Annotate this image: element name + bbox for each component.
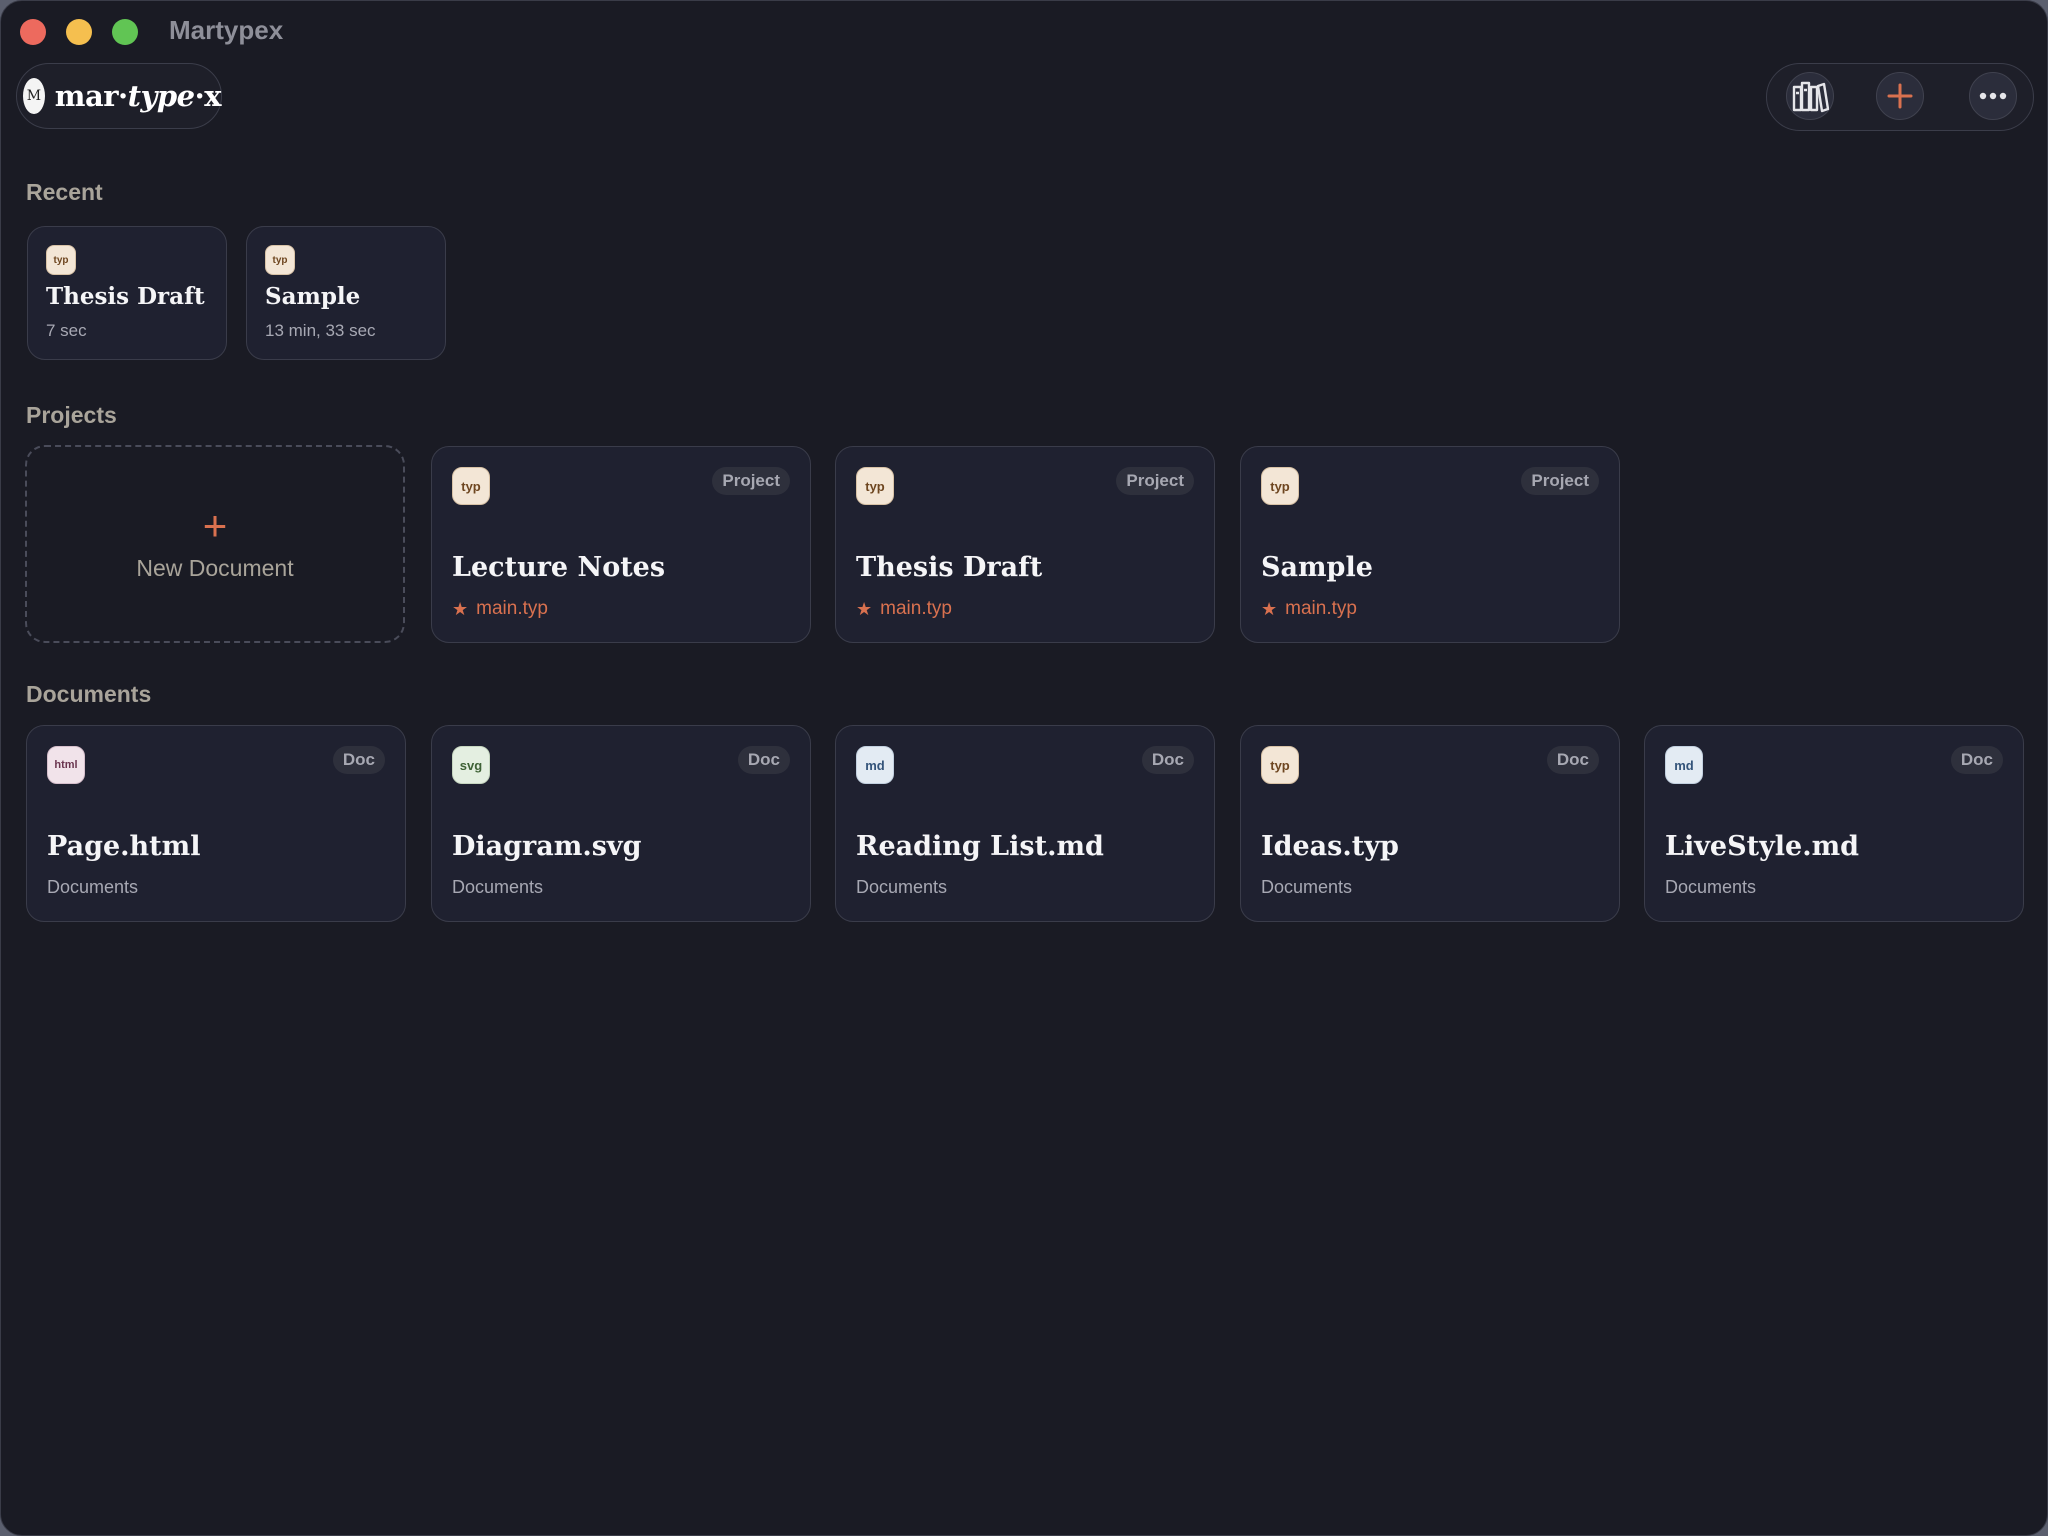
app-window: Martypex M mar·type·x Recent typ Thesis … [0, 0, 2048, 1536]
project-card[interactable]: typ Project Thesis Draft ★ main.typ [835, 446, 1215, 643]
new-document-button[interactable]: + New Document [25, 445, 405, 643]
toolbar [1766, 63, 2034, 131]
star-icon: ★ [452, 598, 469, 619]
document-folder: Documents [452, 877, 544, 897]
project-card[interactable]: typ Project Sample ★ main.typ [1240, 446, 1620, 643]
typ-file-icon: typ [1261, 467, 1299, 505]
plus-icon [1887, 83, 1913, 109]
typ-file-icon: typ [452, 467, 490, 505]
doc-badge: Doc [737, 746, 790, 774]
recent-item[interactable]: typ Thesis Draft 7 sec [27, 226, 227, 360]
document-card[interactable]: html Doc Page.html Documents [26, 725, 406, 922]
star-icon: ★ [1261, 598, 1278, 619]
recent-item-name: Thesis Draft [46, 283, 205, 310]
document-card[interactable]: typ Doc Ideas.typ Documents [1240, 725, 1620, 922]
recent-item-time: 7 sec [46, 321, 87, 340]
project-name: Sample [1261, 552, 1373, 583]
library-icon [1792, 81, 1829, 113]
documents-section-title: Documents [26, 681, 152, 707]
app-logo[interactable]: M mar·type·x [16, 63, 222, 129]
doc-badge: Doc [332, 746, 385, 774]
project-main-file: ★ main.typ [1261, 598, 1357, 619]
window-title: Martypex [169, 15, 284, 45]
md-file-icon: md [856, 746, 894, 784]
recent-item[interactable]: typ Sample 13 min, 33 sec [246, 226, 446, 360]
document-card[interactable]: svg Doc Diagram.svg Documents [431, 725, 811, 922]
typ-file-icon: typ [46, 245, 76, 275]
document-name: Diagram.svg [452, 831, 642, 862]
project-main-file: ★ main.typ [856, 598, 952, 619]
document-name: Reading List.md [856, 831, 1104, 862]
logo-mark-icon: M [23, 78, 45, 114]
recent-section-title: Recent [26, 179, 103, 205]
new-document-label: New Document [136, 555, 294, 581]
project-badge: Project [1521, 467, 1599, 495]
document-name: Ideas.typ [1261, 831, 1399, 862]
ellipsis-icon [1979, 92, 2007, 100]
close-window-button[interactable] [20, 19, 46, 45]
project-name: Thesis Draft [856, 552, 1043, 583]
more-options-button[interactable] [1969, 72, 2017, 120]
star-icon: ★ [856, 598, 873, 619]
document-folder: Documents [856, 877, 948, 897]
document-name: Page.html [47, 831, 201, 862]
project-name: Lecture Notes [452, 552, 666, 583]
typ-file-icon: typ [265, 245, 295, 275]
doc-badge: Doc [1546, 746, 1599, 774]
zoom-window-button[interactable] [112, 19, 138, 45]
minimize-window-button[interactable] [66, 19, 92, 45]
library-button[interactable] [1786, 72, 1834, 120]
project-badge: Project [712, 467, 790, 495]
html-file-icon: html [47, 746, 85, 784]
doc-badge: Doc [1950, 746, 2003, 774]
document-folder: Documents [1261, 877, 1353, 897]
typ-file-icon: typ [1261, 746, 1299, 784]
typ-file-icon: typ [856, 467, 894, 505]
document-card[interactable]: md Doc LiveStyle.md Documents [1644, 725, 2024, 922]
document-folder: Documents [1665, 877, 1757, 897]
logo-wordmark: mar·type·x [54, 79, 222, 113]
doc-badge: Doc [1141, 746, 1194, 774]
add-button[interactable] [1876, 72, 1924, 120]
svg-file-icon: svg [452, 746, 490, 784]
recent-item-name: Sample [265, 283, 361, 310]
project-card[interactable]: typ Project Lecture Notes ★ main.typ [431, 446, 811, 643]
projects-section-title: Projects [26, 402, 117, 428]
plus-icon: + [202, 502, 228, 549]
project-badge: Project [1116, 467, 1194, 495]
document-folder: Documents [47, 877, 139, 897]
project-main-file: ★ main.typ [452, 598, 548, 619]
document-name: LiveStyle.md [1665, 831, 1860, 862]
md-file-icon: md [1665, 746, 1703, 784]
document-card[interactable]: md Doc Reading List.md Documents [835, 725, 1215, 922]
recent-item-time: 13 min, 33 sec [265, 321, 376, 340]
